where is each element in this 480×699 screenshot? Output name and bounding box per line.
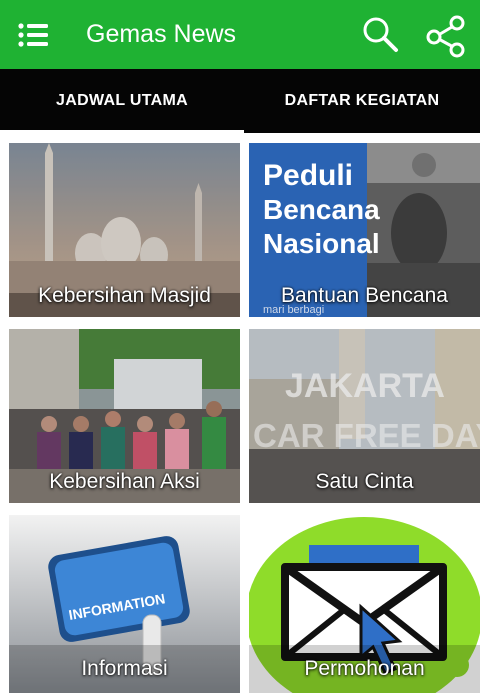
card-label: Informasi bbox=[81, 657, 168, 680]
card-label: Kebersihan Masjid bbox=[38, 284, 211, 307]
card-satu-cinta[interactable]: JAKARTA CAR FREE DAY Satu Cinta bbox=[249, 329, 480, 503]
share-icon[interactable] bbox=[424, 14, 468, 58]
search-icon[interactable] bbox=[360, 14, 400, 54]
card-bantuan-bencana[interactable]: Peduli Bencana Nasional mari berbagi Ban… bbox=[249, 143, 480, 317]
card-kebersihan-masjid[interactable]: Kebersihan Masjid bbox=[9, 143, 240, 317]
card-label: Kebersihan Aksi bbox=[49, 470, 200, 493]
card-grid: Kebersihan Masjid Peduli Bencana Nasiona… bbox=[0, 133, 480, 699]
image-text-nasional: Nasional bbox=[263, 228, 380, 259]
tab-jadwal-utama[interactable]: JADWAL UTAMA bbox=[0, 69, 244, 133]
card-kebersihan-aksi[interactable]: Kebersihan Aksi bbox=[9, 329, 240, 503]
card-label: Satu Cinta bbox=[315, 470, 414, 493]
card-label: Bantuan Bencana bbox=[281, 284, 448, 307]
app-bar: Gemas News bbox=[0, 0, 480, 69]
card-label: Permohonan bbox=[304, 657, 425, 680]
image-text-bencana: Bencana bbox=[263, 194, 380, 225]
menu-list-icon[interactable] bbox=[18, 22, 50, 48]
card-informasi[interactable]: INFORMATION Informasi bbox=[9, 515, 240, 693]
tab-bar: JADWAL UTAMA DAFTAR KEGIATAN bbox=[0, 69, 480, 133]
image-text-peduli: Peduli bbox=[263, 159, 353, 192]
tab-daftar-kegiatan[interactable]: DAFTAR KEGIATAN bbox=[244, 69, 480, 133]
card-permohonan[interactable]: Permohonan bbox=[249, 515, 480, 693]
app-title: Gemas News bbox=[86, 20, 237, 48]
